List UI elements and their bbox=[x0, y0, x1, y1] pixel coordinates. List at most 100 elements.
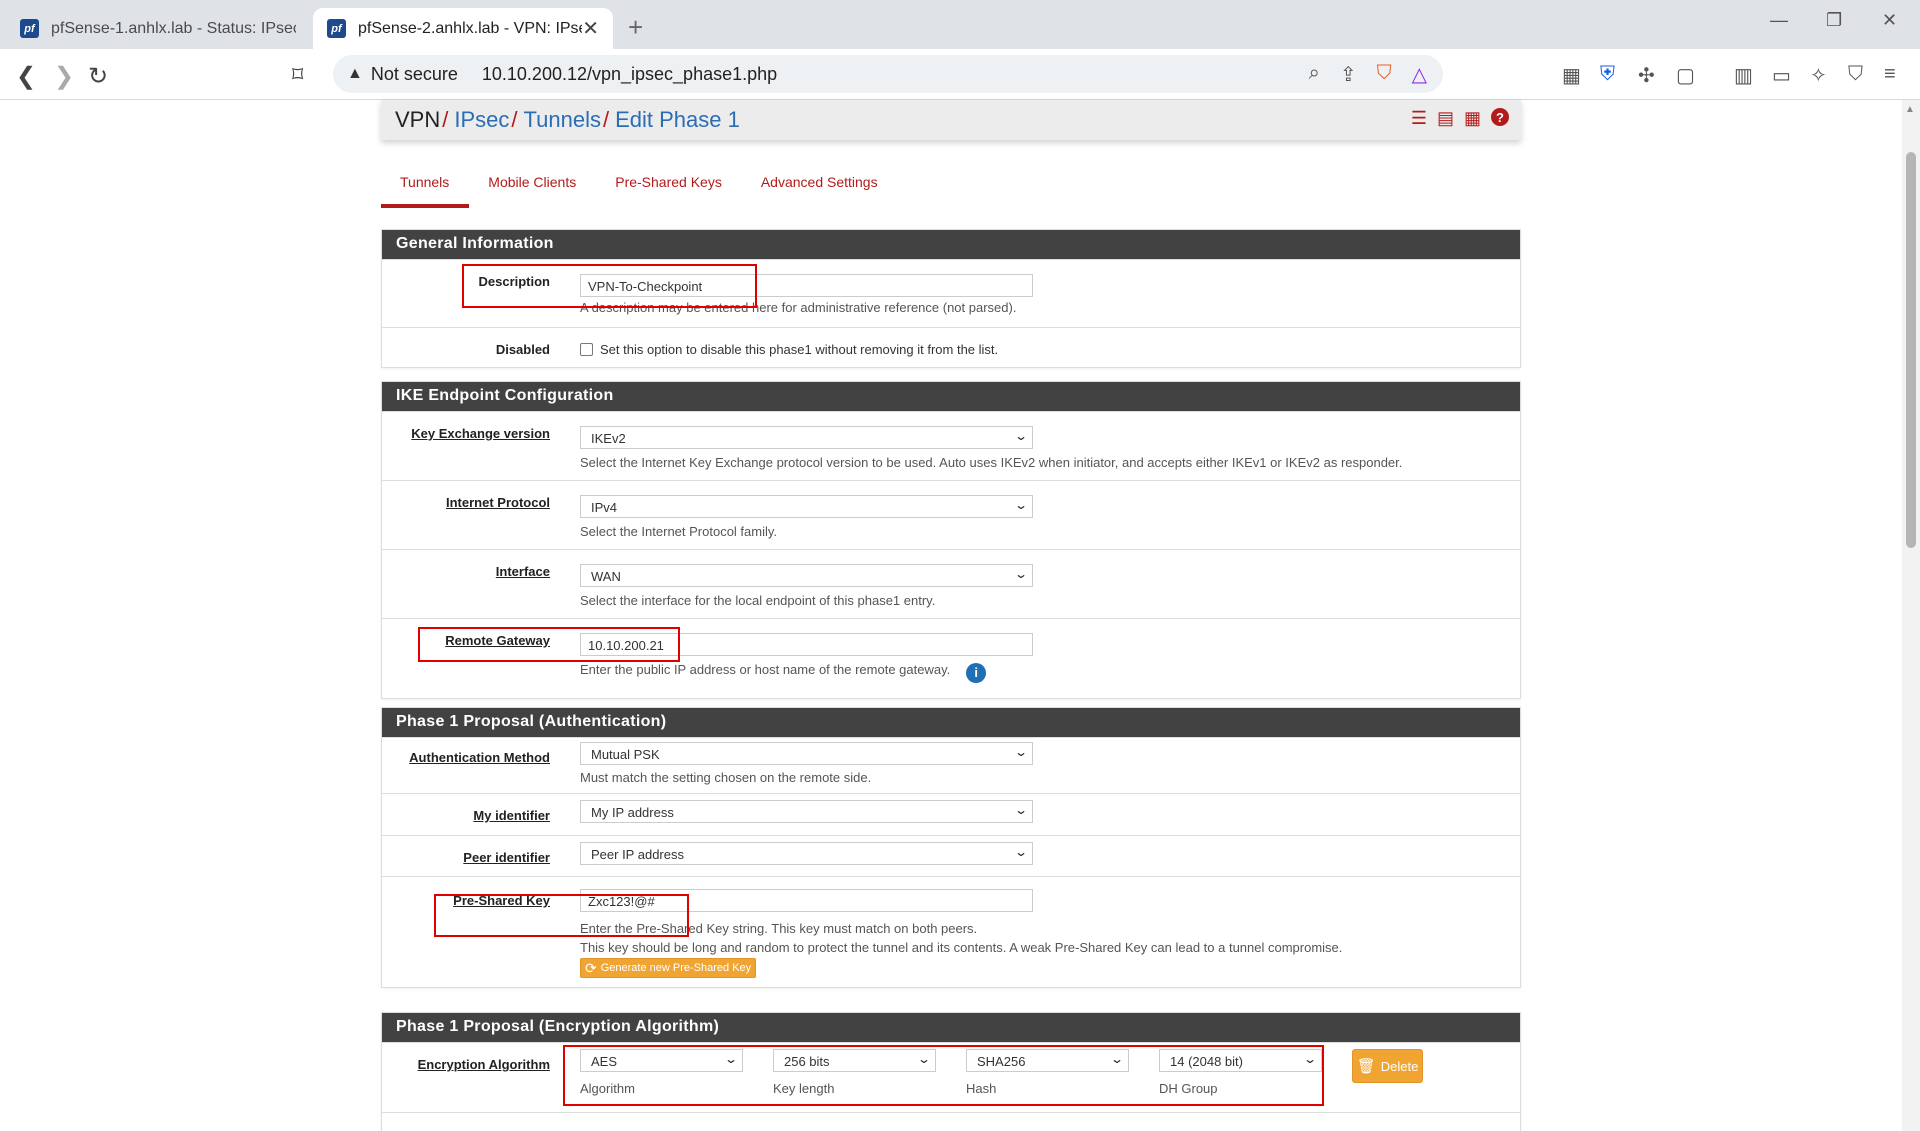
brave-shield-icon[interactable]: ⛉ bbox=[1377, 62, 1392, 87]
key-exchange-help: Select the Internet Key Exchange protoco… bbox=[580, 455, 1403, 470]
panel-authentication: Phase 1 Proposal (Authentication) Authen… bbox=[381, 707, 1521, 988]
auth-method-help: Must match the setting chosen on the rem… bbox=[580, 770, 872, 785]
peer-identifier-select[interactable]: Peer IP address ⌄ bbox=[580, 842, 1033, 865]
wallet-icon[interactable]: ▭ bbox=[1772, 63, 1791, 88]
breadcrumb-link-edit-phase1[interactable]: Edit Phase 1 bbox=[615, 107, 740, 133]
disabled-checkbox[interactable] bbox=[580, 343, 593, 356]
refresh-icon: ⟳ bbox=[585, 959, 597, 976]
panel-encryption: Phase 1 Proposal (Encryption Algorithm) … bbox=[381, 1012, 1521, 1131]
back-icon[interactable]: ❮ bbox=[16, 62, 36, 91]
reload-icon[interactable]: ↻ bbox=[88, 62, 108, 91]
close-tab-icon[interactable]: ✕ bbox=[582, 16, 599, 41]
hash-select[interactable]: SHA256 ⌄ bbox=[966, 1049, 1129, 1072]
interface-label[interactable]: Interface bbox=[496, 564, 550, 579]
description-input[interactable]: VPN-To-Checkpoint bbox=[580, 274, 1033, 297]
breadcrumb-root: VPN bbox=[395, 107, 441, 132]
breadcrumb-link-ipsec[interactable]: IPsec bbox=[454, 107, 509, 133]
key-exchange-label[interactable]: Key Exchange version bbox=[411, 426, 550, 441]
remote-gateway-label[interactable]: Remote Gateway bbox=[445, 633, 550, 648]
new-tab-icon[interactable]: + bbox=[628, 12, 643, 43]
pre-shared-key-input[interactable]: Zxc123!@# bbox=[580, 889, 1033, 912]
menu-icon[interactable]: ≡ bbox=[1884, 63, 1896, 86]
url-text[interactable]: 10.10.200.12/vpn_ipsec_phase1.php bbox=[482, 64, 777, 85]
close-window-icon[interactable]: ✕ bbox=[1882, 10, 1897, 31]
sliders-icon[interactable]: ☰ bbox=[1411, 108, 1427, 129]
tab-advanced-settings[interactable]: Advanced Settings bbox=[742, 168, 898, 208]
log-icon[interactable]: ▦ bbox=[1464, 108, 1481, 129]
panel-general-information: General Information Description VPN-To-C… bbox=[381, 229, 1521, 368]
panel-ike-endpoint: IKE Endpoint Configuration Key Exchange … bbox=[381, 381, 1521, 699]
chevron-down-icon: ⌄ bbox=[1013, 745, 1029, 759]
chevron-down-icon: ⌄ bbox=[1013, 498, 1029, 512]
key-length-select[interactable]: 256 bits ⌄ bbox=[773, 1049, 936, 1072]
vpn-icon[interactable]: ⛉ bbox=[1848, 63, 1863, 86]
key-length-caption: Key length bbox=[773, 1081, 835, 1096]
panel-title: General Information bbox=[382, 230, 1520, 259]
chevron-down-icon: ⌄ bbox=[1013, 845, 1029, 859]
interface-help: Select the interface for the local endpo… bbox=[580, 593, 936, 608]
panel-title: IKE Endpoint Configuration bbox=[382, 382, 1520, 411]
chevron-down-icon: ⌄ bbox=[1013, 803, 1029, 817]
minimize-icon[interactable]: — bbox=[1770, 10, 1788, 31]
leo-ai-icon[interactable]: ✧ bbox=[1810, 63, 1827, 88]
disabled-label: Disabled bbox=[495, 342, 550, 357]
share-icon[interactable]: ⇪ bbox=[1340, 62, 1357, 87]
auth-method-label[interactable]: Authentication Method bbox=[409, 750, 550, 765]
browser-tab-pfsense2[interactable]: pf pfSense-2.anhlx.lab - VPN: IPsec ✕ bbox=[313, 8, 613, 49]
scrollbar-thumb[interactable] bbox=[1906, 152, 1916, 548]
description-label: Description bbox=[478, 274, 550, 289]
auth-method-select[interactable]: Mutual PSK ⌄ bbox=[580, 742, 1033, 765]
tab-tunnels[interactable]: Tunnels bbox=[381, 168, 470, 208]
interface-select[interactable]: WAN ⌄ bbox=[580, 564, 1033, 587]
remote-gateway-input[interactable]: 10.10.200.21 bbox=[580, 633, 1033, 656]
chevron-down-icon: ⌄ bbox=[1013, 567, 1029, 581]
key-exchange-select[interactable]: IKEv2 ⌄ bbox=[580, 426, 1033, 449]
hash-caption: Hash bbox=[966, 1081, 997, 1096]
breadcrumb: VPN / IPsec / Tunnels / Edit Phase 1 ☰ ▤ ▦ … bbox=[381, 100, 1521, 140]
help-icon[interactable]: ? bbox=[1491, 108, 1509, 126]
pre-shared-key-label[interactable]: Pre-Shared Key bbox=[453, 893, 550, 908]
chevron-down-icon: ⌄ bbox=[1302, 1052, 1318, 1066]
scroll-up-icon[interactable]: ▲ bbox=[1905, 104, 1915, 115]
browser-tab-bar: pf pfSense-1.anhlx.lab - Status: IPsec: … bbox=[0, 0, 1920, 49]
chart-icon[interactable]: ▤ bbox=[1437, 108, 1454, 129]
extensions-icon[interactable]: ✣ bbox=[1638, 63, 1655, 88]
browser-tab-title: pfSense-2.anhlx.lab - VPN: IPsec bbox=[358, 19, 583, 37]
bitwarden-icon[interactable]: ⛨ bbox=[1600, 63, 1615, 86]
remote-gateway-help: Enter the public IP address or host name… bbox=[580, 662, 951, 677]
internet-protocol-label[interactable]: Internet Protocol bbox=[446, 495, 550, 510]
chevron-down-icon: ⌄ bbox=[1013, 429, 1029, 443]
my-identifier-select[interactable]: My IP address ⌄ bbox=[580, 800, 1033, 823]
description-help: A description may be entered here for ad… bbox=[580, 300, 1017, 315]
internet-protocol-select[interactable]: IPv4 ⌄ bbox=[580, 495, 1033, 518]
my-identifier-label[interactable]: My identifier bbox=[473, 808, 550, 823]
tab-pre-shared-keys[interactable]: Pre-Shared Keys bbox=[596, 168, 742, 208]
chevron-down-icon: ⌄ bbox=[723, 1052, 739, 1066]
restore-icon[interactable]: ❐ bbox=[1826, 10, 1842, 31]
forward-icon[interactable]: ❯ bbox=[54, 62, 74, 91]
bookmark-icon[interactable]: ⌑ bbox=[292, 62, 303, 88]
algorithm-caption: Algorithm bbox=[580, 1081, 635, 1096]
sidebar-icon[interactable]: ▥ bbox=[1734, 63, 1753, 88]
zoom-icon[interactable]: ⌕ bbox=[1309, 62, 1320, 87]
warning-icon: ▲ bbox=[347, 65, 363, 82]
breadcrumb-link-tunnels[interactable]: Tunnels bbox=[524, 107, 601, 133]
info-icon[interactable]: i bbox=[966, 663, 987, 683]
pfsense-favicon-icon: pf bbox=[327, 19, 346, 38]
encryption-algorithm-label[interactable]: Encryption Algorithm bbox=[418, 1057, 550, 1072]
delete-button[interactable]: 🗑 Delete bbox=[1352, 1049, 1423, 1083]
pre-shared-key-help: Enter the Pre-Shared Key string. This ke… bbox=[580, 921, 978, 936]
internet-protocol-help: Select the Internet Protocol family. bbox=[580, 524, 778, 539]
brave-rewards-icon[interactable]: △ bbox=[1412, 62, 1427, 87]
disabled-help: Set this option to disable this phase1 w… bbox=[600, 342, 999, 357]
peer-identifier-label[interactable]: Peer identifier bbox=[463, 850, 550, 865]
dh-group-select[interactable]: 14 (2048 bit) ⌄ bbox=[1159, 1049, 1322, 1072]
browser-tab-pfsense1[interactable]: pf pfSense-1.anhlx.lab - Status: IPsec: … bbox=[6, 8, 310, 49]
tab-mobile-clients[interactable]: Mobile Clients bbox=[469, 168, 596, 208]
generate-psk-button[interactable]: ⟳ Generate new Pre-Shared Key bbox=[580, 958, 757, 978]
algorithm-select[interactable]: AES ⌄ bbox=[580, 1049, 743, 1072]
qr-code-icon[interactable]: ▦ bbox=[1562, 63, 1581, 88]
browser-toolbar: ❮ ❯ ↻ ⌑ ▲ Not secure 10.10.200.12/vpn_ip… bbox=[0, 49, 1920, 100]
address-bar[interactable]: ▲ Not secure 10.10.200.12/vpn_ipsec_phas… bbox=[333, 55, 1443, 93]
screenshot-icon[interactable]: ▢ bbox=[1676, 63, 1695, 88]
